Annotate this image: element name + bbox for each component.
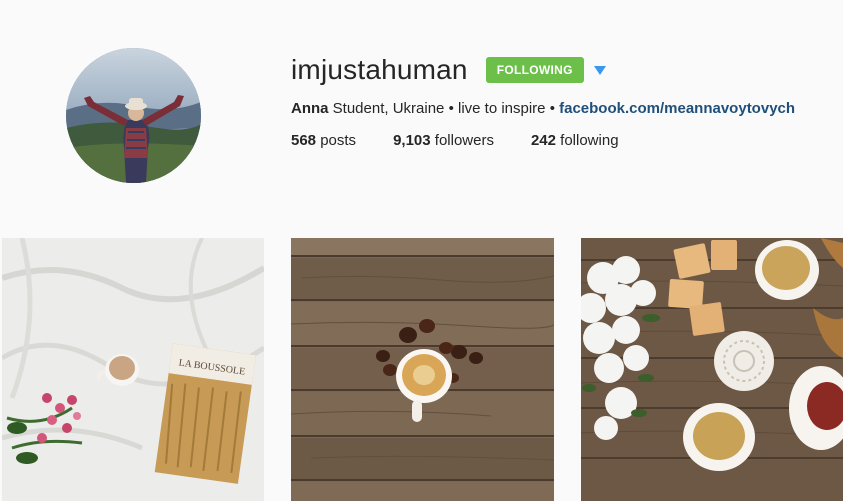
bio-text: Student, Ukraine • live to inspire • [328,100,560,117]
profile-info: imjustahuman FOLLOWING Anna Student, Ukr… [291,50,831,149]
bio-name: Anna [291,100,329,117]
bio: Anna Student, Ukraine • live to inspire … [291,100,831,117]
following-stat[interactable]: 242 following [531,132,619,149]
post-image: LA BOUSSOLE [2,238,264,501]
post-image [581,238,843,501]
following-button[interactable]: FOLLOWING [485,57,584,83]
posts-stat: 568 posts [291,132,356,149]
chevron-down-icon[interactable] [593,65,606,75]
post-thumbnail[interactable] [291,238,554,501]
following-label: following [556,132,619,149]
followers-stat[interactable]: 9,103 followers [393,132,494,149]
post-thumbnail[interactable]: LA BOUSSOLE [2,238,264,501]
posts-count: 568 [291,132,317,149]
post-image [291,238,554,501]
username: imjustahuman [291,54,468,85]
profile-stats: 568 posts 9,103 followers 242 following [291,132,831,149]
name-row: imjustahuman FOLLOWING [291,50,831,90]
avatar-photo [66,48,201,183]
posts-label: posts [316,132,357,149]
following-count: 242 [530,132,556,149]
followers-count: 9,103 [393,132,431,149]
bio-link[interactable]: facebook.com/meannavoytovych [559,100,795,117]
profile-header: imjustahuman FOLLOWING Anna Student, Ukr… [0,0,843,230]
followers-label: followers [430,132,494,149]
avatar[interactable] [66,48,201,183]
post-thumbnail[interactable] [581,238,843,501]
posts-grid: LA BOUSSOLE [0,238,843,501]
